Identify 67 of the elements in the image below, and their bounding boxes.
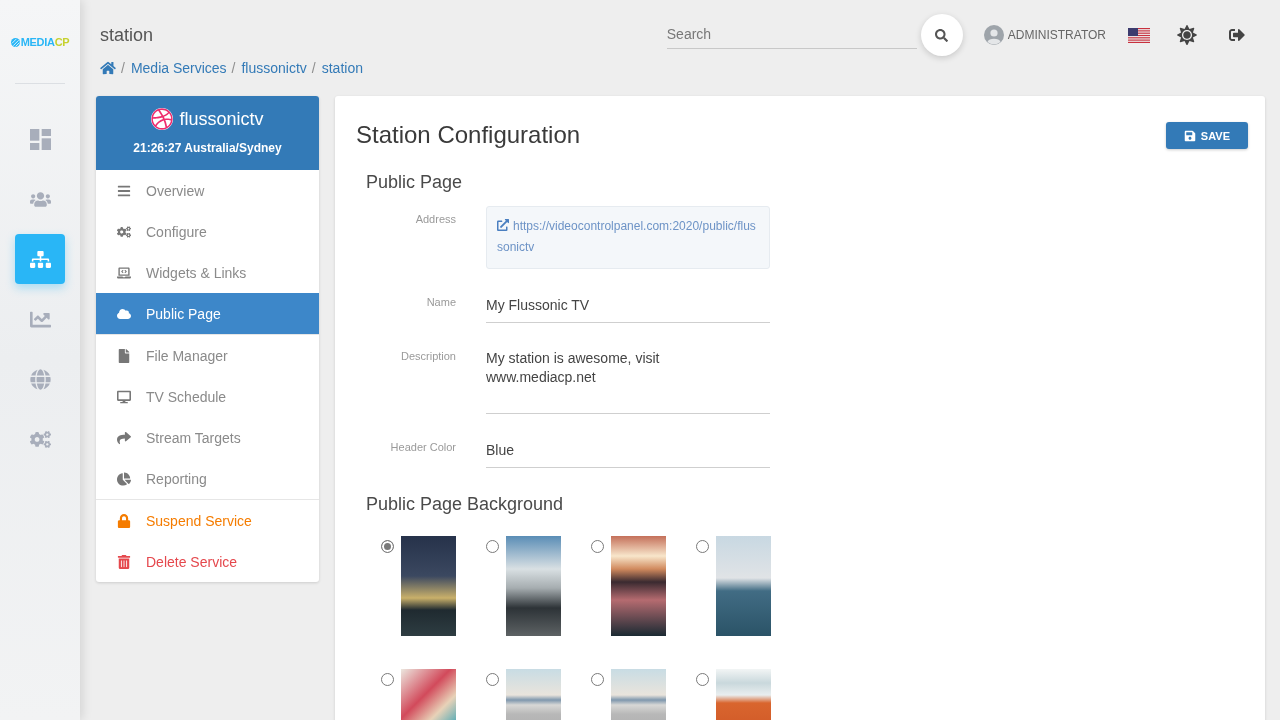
ball-icon <box>151 108 174 130</box>
lock-icon <box>117 513 131 528</box>
menu-item[interactable]: Public Page <box>96 293 319 334</box>
page-heading: Station Configuration <box>356 120 581 150</box>
logout-icon[interactable] <box>1228 27 1246 43</box>
menu-item[interactable]: TV Schedule <box>96 376 319 417</box>
globe-icon <box>29 368 51 390</box>
breadcrumb-separator: / <box>120 60 126 76</box>
gears-icon <box>117 224 131 239</box>
radio-button[interactable] <box>381 673 394 686</box>
share-arrow-icon <box>117 430 131 445</box>
menu-item[interactable]: Stream Targets <box>96 417 319 458</box>
radio-button[interactable] <box>381 540 394 553</box>
hierarchy-icon <box>29 248 51 270</box>
gears-icon <box>29 428 51 450</box>
search-button[interactable] <box>920 14 963 56</box>
field-label: Header Color <box>389 440 456 455</box>
section-heading: Public Page Background <box>366 493 565 516</box>
radio-button[interactable] <box>696 540 709 553</box>
sun-icon[interactable] <box>1177 25 1197 45</box>
service-time: 21:26:27 Australia/Sydney <box>133 141 282 155</box>
home-icon[interactable] <box>100 61 116 75</box>
service-name: flussonictv <box>179 108 264 131</box>
laptop-icon <box>117 265 131 280</box>
text-field[interactable]: My Flussonic TV <box>486 289 770 323</box>
radio-button[interactable] <box>591 673 604 686</box>
field-label: Description <box>399 349 456 364</box>
flag-icon[interactable] <box>1128 27 1150 43</box>
breadcrumb-separator: / <box>230 60 237 76</box>
trash-icon <box>117 554 131 569</box>
search-icon <box>935 28 949 42</box>
address-link[interactable]: https://videocontrolpanel.com:2020/public/flussonictv <box>497 216 759 258</box>
menu-item[interactable]: Configure <box>96 211 319 252</box>
menu-item[interactable]: Suspend Service <box>96 500 319 541</box>
textarea-field[interactable]: My station is awesome, visit www.mediacp.net <box>486 343 770 414</box>
user-name[interactable]: ADMINISTRATOR <box>1007 28 1106 42</box>
text-field[interactable]: Blue <box>486 434 770 468</box>
menu-item[interactable]: Reporting <box>96 458 319 499</box>
menu-item[interactable]: File Manager <box>96 335 319 376</box>
breadcrumb-link[interactable]: flussonictv <box>241 60 307 76</box>
pie-chart-icon <box>117 471 131 486</box>
nav-button[interactable] <box>15 234 65 284</box>
monitor-icon <box>117 389 131 404</box>
section-heading: Public Page <box>366 171 464 194</box>
menu-icon <box>117 183 131 198</box>
menu-item[interactable]: Delete Service <box>96 541 319 582</box>
menu-item[interactable]: Overview <box>96 170 319 211</box>
avatar-icon <box>983 25 1004 45</box>
file-icon <box>117 348 131 363</box>
radio-button[interactable] <box>696 673 709 686</box>
tiles-icon <box>29 128 51 150</box>
search-field[interactable]: Search <box>666 21 917 49</box>
logo-icon <box>10 37 20 47</box>
save-button[interactable]: SAVE <box>1165 122 1248 149</box>
radio-button[interactable] <box>486 673 499 686</box>
breadcrumb-link[interactable]: Media Services <box>130 60 227 76</box>
radio-button[interactable] <box>486 540 499 553</box>
breadcrumb-separator: / <box>310 60 317 76</box>
field-label: Name <box>425 295 456 310</box>
logo-text: MEDIACP <box>20 35 70 49</box>
cloud-icon <box>117 306 131 321</box>
radio-button[interactable] <box>591 540 604 553</box>
page-title: station <box>99 24 155 46</box>
external-link-icon <box>497 219 509 231</box>
field-label: Address <box>414 212 456 227</box>
menu-item[interactable]: Widgets & Links <box>96 252 319 293</box>
breadcrumb-link[interactable]: station <box>321 60 363 76</box>
